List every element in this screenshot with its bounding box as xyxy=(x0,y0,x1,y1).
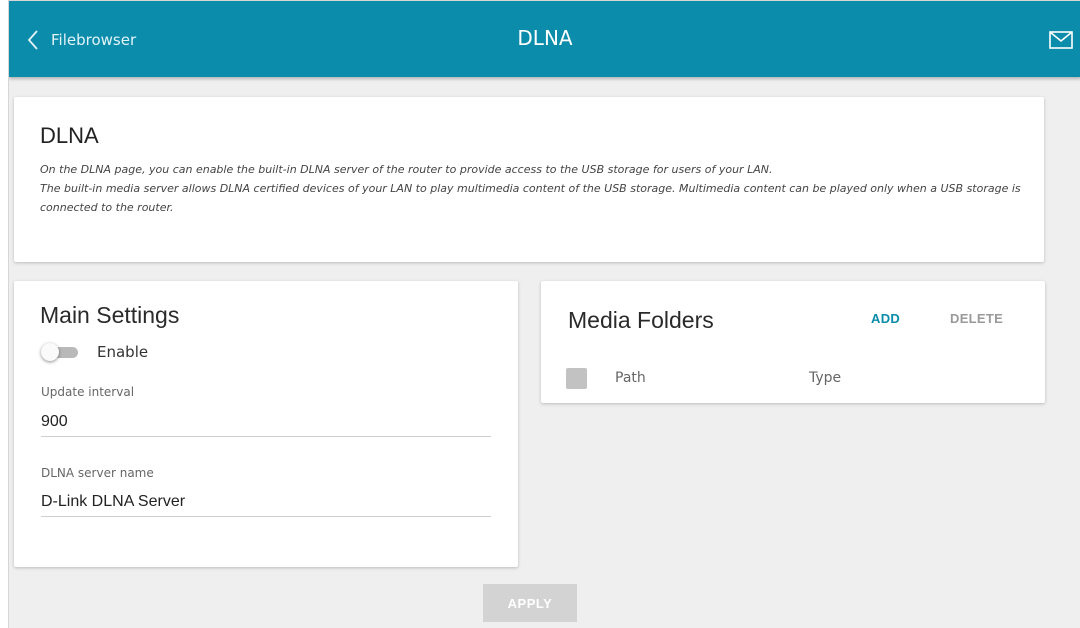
update-interval-label: Update interval xyxy=(41,385,135,399)
enable-label: Enable xyxy=(97,343,149,361)
intro-title: DLNA xyxy=(40,123,99,148)
server-name-label: DLNA server name xyxy=(41,466,154,480)
intro-card: DLNA On the DLNA page, you can enable th… xyxy=(14,97,1044,262)
column-header-path: Path xyxy=(615,370,646,386)
app-window: Filebrowser DLNA DLNA On the DLNA page, … xyxy=(8,0,1080,628)
enable-toggle[interactable] xyxy=(38,343,82,361)
update-interval-field[interactable] xyxy=(41,407,491,437)
main-settings-title: Main Settings xyxy=(40,302,180,328)
media-folders-card: Media Folders ADD DELETE Path Type xyxy=(541,281,1045,403)
mail-icon[interactable] xyxy=(1049,31,1073,54)
server-name-field[interactable] xyxy=(41,487,491,517)
column-header-type: Type xyxy=(809,370,842,386)
intro-line-2: The built-in media server allows DLNA ce… xyxy=(40,182,1021,214)
intro-line-1: On the DLNA page, you can enable the bui… xyxy=(40,163,773,176)
apply-button[interactable]: APPLY xyxy=(483,584,577,622)
main-settings-card: Main Settings Enable Update interval DLN… xyxy=(14,281,518,567)
add-folder-button[interactable]: ADD xyxy=(871,311,900,326)
intro-description: On the DLNA page, you can enable the bui… xyxy=(40,160,1030,217)
media-folders-title: Media Folders xyxy=(568,307,714,333)
toggle-knob xyxy=(41,343,59,361)
page-title: DLNA xyxy=(517,26,573,50)
select-all-checkbox[interactable] xyxy=(566,368,587,389)
top-bar: Filebrowser DLNA xyxy=(9,1,1080,77)
delete-folder-button[interactable]: DELETE xyxy=(950,311,1003,326)
